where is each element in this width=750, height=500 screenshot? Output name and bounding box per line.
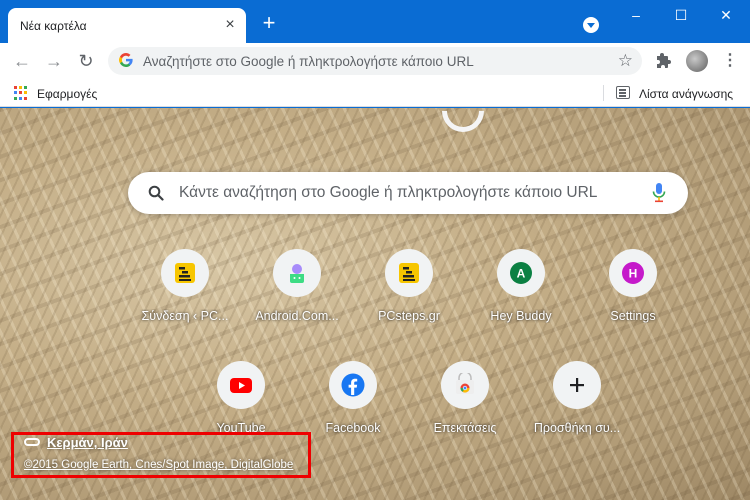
toolbar: ← → ↻ Αναζητήστε στο Google ή πληκτρολογ…: [0, 43, 750, 79]
highlight-box: [11, 432, 311, 478]
search-input[interactable]: Κάντε αναζήτηση στο Google ή πληκτρολογή…: [179, 184, 597, 202]
android-icon: [273, 249, 321, 297]
avatar[interactable]: [686, 50, 708, 72]
google-logo-doodle-icon: [433, 108, 493, 141]
minimize-button[interactable]: –: [626, 6, 646, 24]
shortcut-tile[interactable]: PCsteps.gr: [353, 233, 465, 345]
tab-search-dropdown-icon[interactable]: [583, 17, 599, 33]
new-tab-plus-icon[interactable]: +: [259, 12, 279, 34]
reading-list-icon[interactable]: [616, 86, 630, 99]
back-arrow-icon[interactable]: ←: [12, 51, 32, 71]
letter-h-icon: H: [609, 249, 657, 297]
shortcut-label: Σύνδεση ‹ PC...: [141, 309, 229, 323]
close-icon[interactable]: ×: [222, 17, 238, 33]
shortcut-label: Προσθήκη συ...: [533, 421, 621, 435]
shortcut-label: Facebook: [325, 421, 381, 435]
bookmark-star-icon[interactable]: ☆: [618, 51, 633, 71]
shortcut-tile[interactable]: Σύνδεση ‹ PC...: [129, 233, 241, 345]
maximize-button[interactable]: ☐: [671, 6, 691, 24]
omnibox[interactable]: Αναζητήστε στο Google ή πληκτρολογήστε κ…: [108, 47, 642, 75]
tab-title: Νέα καρτέλα: [20, 19, 87, 33]
omnibox-placeholder: Αναζητήστε στο Google ή πληκτρολογήστε κ…: [143, 54, 474, 69]
bookmarks-bar: Εφαρμογές Λίστα ανάγνωσης: [0, 79, 750, 107]
microphone-icon[interactable]: [652, 183, 666, 203]
extensions-puzzle-icon[interactable]: [655, 52, 673, 70]
title-bar: Νέα καρτέλα × + – ☐ ✕: [0, 0, 750, 43]
shortcut-tile[interactable]: A Hey Buddy: [465, 233, 577, 345]
shortcut-tile[interactable]: Επεκτάσεις: [409, 345, 521, 457]
shortcut-tile[interactable]: H Settings: [577, 233, 689, 345]
divider: [603, 85, 604, 101]
apps-grid-icon[interactable]: [14, 86, 28, 100]
shortcut-tile[interactable]: Προσθήκη συ...: [521, 345, 633, 457]
shortcut-tile[interactable]: Android.Com...: [241, 233, 353, 345]
facebook-icon: [329, 361, 377, 409]
shortcut-label: PCsteps.gr: [378, 309, 440, 323]
pcsteps-icon: [385, 249, 433, 297]
shortcut-label: Android.Com...: [255, 309, 339, 323]
search-box[interactable]: Κάντε αναζήτηση στο Google ή πληκτρολογή…: [128, 172, 688, 214]
shortcut-label: Hey Buddy: [490, 309, 552, 323]
shortcut-label: Επεκτάσεις: [433, 421, 497, 435]
reload-icon[interactable]: ↻: [76, 51, 96, 71]
reading-list-label[interactable]: Λίστα ανάγνωσης: [639, 87, 733, 101]
svg-text:A: A: [517, 267, 526, 281]
apps-label[interactable]: Εφαρμογές: [37, 87, 97, 101]
close-window-button[interactable]: ✕: [716, 6, 736, 24]
letter-a-icon: A: [497, 249, 545, 297]
svg-text:H: H: [629, 267, 638, 281]
search-icon: [148, 185, 164, 201]
forward-arrow-icon[interactable]: →: [44, 51, 64, 71]
plus-icon: [553, 361, 601, 409]
youtube-icon: [217, 361, 265, 409]
shortcut-label: Settings: [610, 309, 656, 323]
pcsteps-icon: [161, 249, 209, 297]
menu-kebab-icon[interactable]: ⋮: [722, 51, 738, 71]
tab-new-tab[interactable]: Νέα καρτέλα ×: [8, 8, 246, 43]
shortcut-tile[interactable]: Facebook: [297, 345, 409, 457]
chrome-webstore-icon: [441, 361, 489, 409]
google-g-icon: [119, 53, 133, 71]
